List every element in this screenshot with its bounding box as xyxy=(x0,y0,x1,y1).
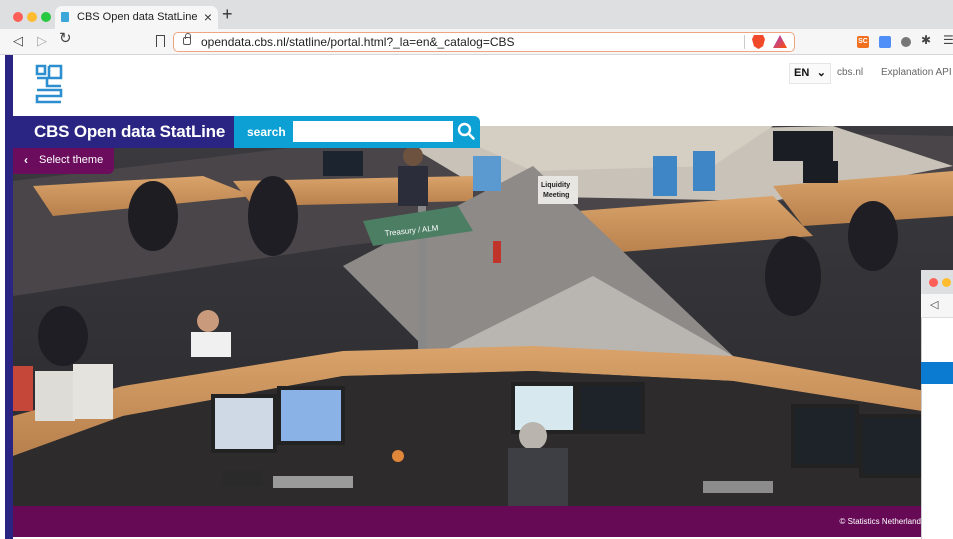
background-window-minimize-button[interactable] xyxy=(942,278,951,287)
translate-extension-icon[interactable] xyxy=(879,36,891,48)
window-minimize-button[interactable] xyxy=(27,12,37,22)
chevron-left-icon: ‹ xyxy=(24,153,28,167)
search-input[interactable] xyxy=(293,121,453,142)
language-value: EN xyxy=(794,67,810,79)
search-label: search xyxy=(247,125,286,139)
browser-tab-bar: CBS Open data StatLine × + xyxy=(0,0,953,29)
cbs-link[interactable]: cbs.nl xyxy=(837,67,863,78)
sc-extension-icon[interactable]: SC xyxy=(857,36,869,48)
search-icon[interactable] xyxy=(456,121,476,142)
site-title[interactable]: CBS Open data StatLine xyxy=(34,122,225,142)
window-close-button[interactable] xyxy=(13,12,23,22)
browser-toolbar: ◁ ▷ ↻ opendata.cbs.nl/statline/portal.ht… xyxy=(0,29,953,55)
select-theme-button[interactable]: ‹ Select theme xyxy=(13,148,114,174)
url-text[interactable]: opendata.cbs.nl/statline/portal.html?_la… xyxy=(201,35,515,49)
browser-menu-icon[interactable]: ☰ xyxy=(943,33,953,47)
back-icon[interactable]: ◁ xyxy=(13,34,23,48)
circle-extension-icon[interactable] xyxy=(901,37,911,47)
tab-close-icon[interactable]: × xyxy=(204,9,212,25)
chevron-down-icon: ⌄ xyxy=(816,67,826,79)
background-window-tab-bar xyxy=(921,270,953,294)
favicon-icon xyxy=(61,12,69,22)
cbs-logo[interactable] xyxy=(35,64,63,104)
background-window-toolbar: ◁ xyxy=(921,294,953,318)
tab-title: CBS Open data StatLine xyxy=(77,11,198,23)
window-zoom-button[interactable] xyxy=(41,12,51,22)
search-bar: search xyxy=(234,116,480,148)
extensions-puzzle-icon[interactable]: ✱ xyxy=(921,33,933,47)
brave-shield-icon[interactable] xyxy=(752,35,765,49)
lock-icon xyxy=(183,33,191,45)
back-icon[interactable]: ◁ xyxy=(930,298,938,311)
forward-icon[interactable]: ▷ xyxy=(37,34,47,48)
page: EN ⌄ cbs.nl Explanation API Treasury / A… xyxy=(0,55,953,539)
select-theme-label: Select theme xyxy=(39,154,104,166)
explanation-api-link[interactable]: Explanation API xyxy=(881,67,952,78)
left-accent-bar xyxy=(5,55,13,539)
hero-photo: Treasury / ALM Liquidity Meeting xyxy=(13,126,953,506)
url-divider xyxy=(744,35,745,49)
footer: © Statistics Netherlands xyxy=(13,506,953,537)
language-select[interactable]: EN ⌄ xyxy=(789,63,831,84)
liquidity-sign: Liquidity xyxy=(541,182,570,189)
background-window-banner xyxy=(921,362,953,384)
background-window-close-button[interactable] xyxy=(929,278,938,287)
bookmark-icon[interactable] xyxy=(156,35,165,47)
brand-bar: CBS Open data StatLine xyxy=(13,116,234,148)
brave-rewards-icon[interactable] xyxy=(773,35,787,48)
reload-icon[interactable]: ↻ xyxy=(59,31,72,46)
svg-text:Meeting: Meeting xyxy=(543,192,569,199)
address-bar[interactable]: opendata.cbs.nl/statline/portal.html?_la… xyxy=(173,32,795,52)
footer-copyright: © Statistics Netherlands xyxy=(839,517,925,526)
browser-tab[interactable]: CBS Open data StatLine × xyxy=(55,6,218,29)
new-tab-button[interactable]: + xyxy=(222,5,233,23)
background-browser-window[interactable]: ◁ xyxy=(921,270,953,539)
